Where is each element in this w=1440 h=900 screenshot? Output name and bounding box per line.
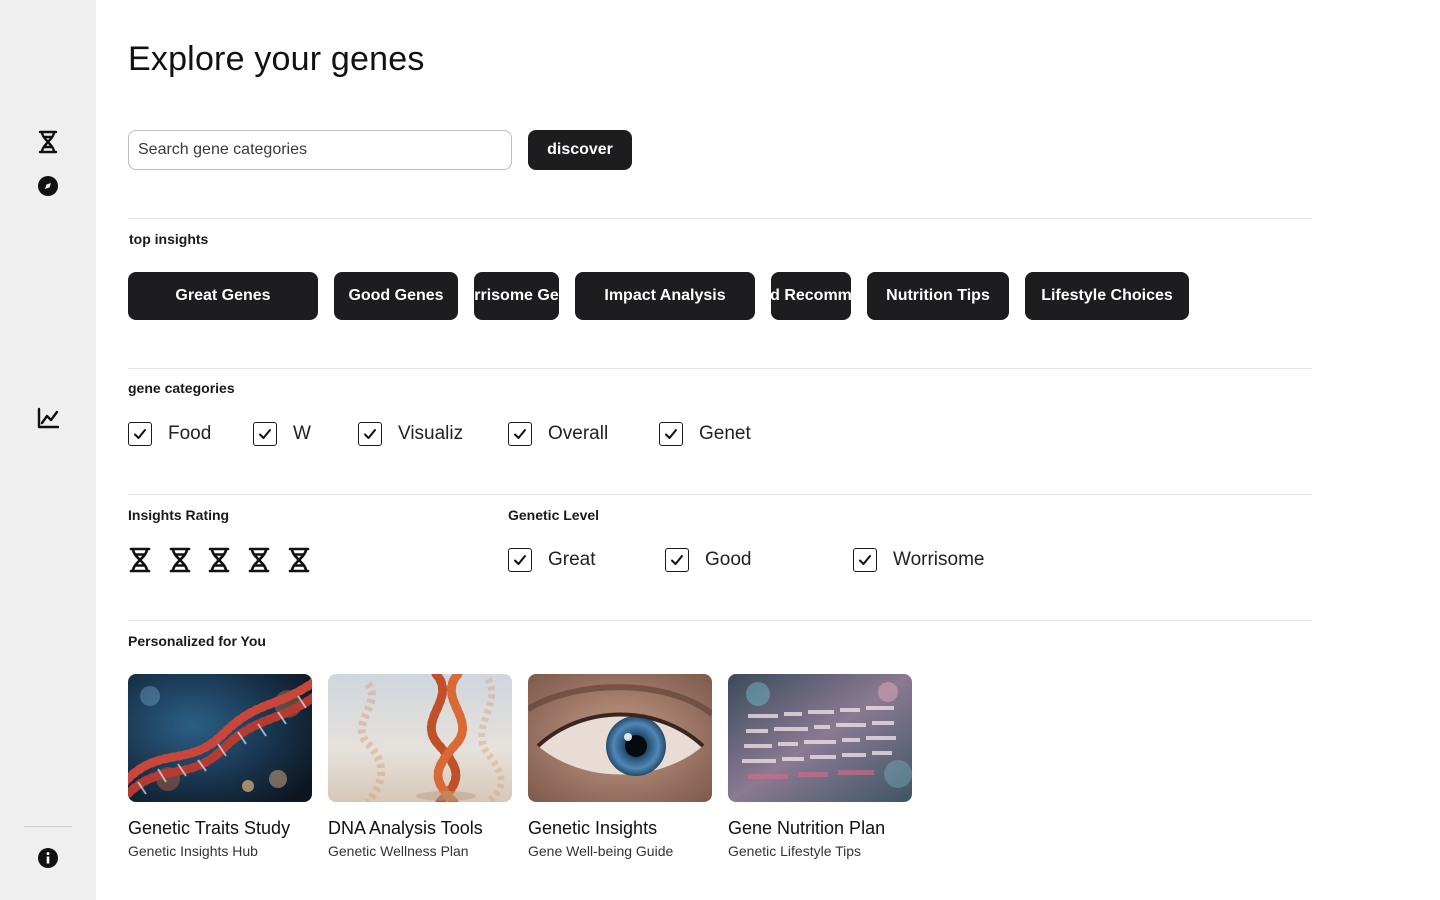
divider [128,368,1312,369]
card-title: Gene Nutrition Plan [728,818,886,838]
card-image [528,674,712,802]
card-subtitle: Genetic Lifestyle Tips [728,843,862,859]
chip-label: Lifestyle Choices [1041,287,1173,304]
chip-label: Great Genes [175,287,271,304]
level-checkbox-worrisome[interactable]: Worrisome [853,548,985,572]
category-checkbox-food[interactable]: Food [128,422,211,446]
chip-great-genes[interactable]: Great Genes [128,272,318,320]
discover-button[interactable]: discover [528,130,632,170]
checkbox[interactable] [128,422,152,446]
chip-worrisome-genes[interactable]: rrisome Ge [474,272,559,320]
dna-icon[interactable] [36,130,60,154]
page-title: Explore your genes [128,40,425,78]
info-icon[interactable] [36,846,60,870]
chip-label: d Recomm [771,287,851,304]
category-checkbox-visualiz[interactable]: Visualiz [358,422,463,446]
card-title: DNA Analysis Tools [328,818,483,838]
chip-label: rrisome Ge [474,287,559,304]
checkbox-label: Good [705,549,752,570]
compass-icon[interactable] [36,174,60,198]
card-image [128,674,312,802]
rating-dna-icon[interactable] [287,547,311,573]
chip-nutrition-tips[interactable]: Nutrition Tips [867,272,1009,320]
category-checkbox-overall[interactable]: Overall [508,422,608,446]
checkbox-label: Great [548,549,596,570]
card-gene-nutrition-plan[interactable]: Gene Nutrition Plan Genetic Lifestyle Ti… [728,674,912,859]
chip-label: Nutrition Tips [886,287,990,304]
personalized-label: Personalized for You [128,633,266,649]
rating-dna-icon[interactable] [128,547,152,573]
checkbox[interactable] [853,548,877,572]
gene-categories-label: gene categories [128,380,235,396]
card-genetic-traits-study[interactable]: Genetic Traits Study Genetic Insights Hu… [128,674,312,859]
chip-lifestyle-choices[interactable]: Lifestyle Choices [1025,272,1189,320]
sidebar-divider [24,826,72,827]
genetic-level-label: Genetic Level [508,507,600,523]
divider [128,218,1312,219]
card-subtitle: Genetic Insights Hub [128,843,258,859]
checkbox[interactable] [508,548,532,572]
main-content: Explore your genes discover top insights… [128,0,1312,900]
level-checkbox-great[interactable]: Great [508,548,596,572]
chip-good-genes[interactable]: Good Genes [334,272,458,320]
chip-recommendations[interactable]: d Recomm [771,272,851,320]
card-dna-analysis-tools[interactable]: DNA Analysis Tools Genetic Wellness Plan [328,674,512,859]
chart-icon[interactable] [36,406,60,430]
chip-label: Good Genes [348,287,444,304]
checkbox[interactable] [665,548,689,572]
checkbox[interactable] [253,422,277,446]
card-title: Genetic Insights [528,818,658,838]
checkbox-label: Worrisome [893,549,985,570]
chip-label: Impact Analysis [604,287,726,304]
card-title: Genetic Traits Study [128,818,291,838]
top-insights-label: top insights [129,231,209,247]
card-subtitle: Genetic Wellness Plan [328,843,469,859]
category-checkbox-w[interactable]: W [253,422,311,446]
checkbox[interactable] [508,422,532,446]
search-input[interactable] [128,130,512,170]
checkbox-label: Overall [548,423,609,444]
card-genetic-insights[interactable]: Genetic Insights Gene Well-being Guide [528,674,712,859]
rating-dna-icon[interactable] [207,547,231,573]
chip-impact-analysis[interactable]: Impact Analysis [575,272,755,320]
rating-dna-icon[interactable] [168,547,192,573]
category-checkbox-genet[interactable]: Genet [659,422,751,446]
checkbox[interactable] [358,422,382,446]
sidebar [0,0,96,900]
checkbox-label: W [293,423,311,444]
divider [128,620,1312,621]
card-subtitle: Gene Well-being Guide [528,843,674,859]
divider [128,494,1312,495]
checkbox-label: Genet [699,423,751,444]
card-image [728,674,912,802]
checkbox-label: Visualiz [398,423,464,444]
level-checkbox-good[interactable]: Good [665,548,751,572]
insights-rating-label: Insights Rating [128,507,230,523]
card-image [328,674,512,802]
checkbox[interactable] [659,422,683,446]
checkbox-label: Food [168,423,212,444]
rating-dna-icon[interactable] [247,547,271,573]
